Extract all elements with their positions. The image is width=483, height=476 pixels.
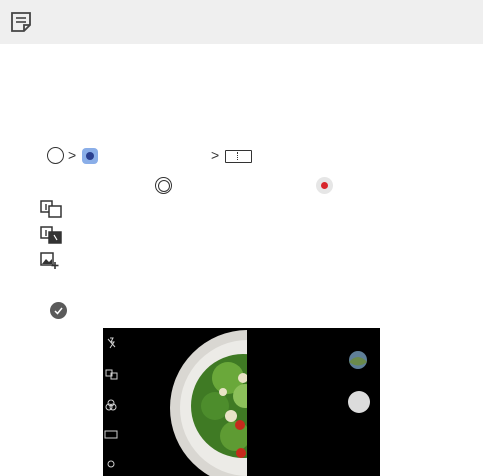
gallery-thumbnail [349, 351, 367, 369]
settings-icon [107, 460, 115, 468]
aspect-ratio-icon [104, 430, 118, 439]
home-circle-icon [47, 147, 64, 164]
add-image-icon [40, 252, 59, 269]
filter-icon [105, 399, 117, 411]
chevron-right-icon: > [68, 147, 77, 163]
chevron-right-icon: > [211, 147, 220, 163]
note-icon [11, 12, 31, 32]
shutter-icon [155, 177, 172, 194]
grid-shot-2-icon [40, 226, 62, 244]
camera-app-icon [82, 148, 98, 164]
note-bar [0, 0, 483, 44]
record-icon [316, 177, 333, 194]
shutter-button [348, 391, 370, 413]
check-icon [50, 302, 67, 319]
flash-off-icon [107, 337, 116, 349]
mode-switch-icon [105, 369, 118, 380]
salad-plate-image [170, 330, 247, 476]
grid-shot-1-icon [40, 200, 62, 218]
camera-preview-screen [104, 330, 370, 476]
camera-preview [103, 328, 380, 476]
split-frame-mode-icon [225, 150, 252, 163]
